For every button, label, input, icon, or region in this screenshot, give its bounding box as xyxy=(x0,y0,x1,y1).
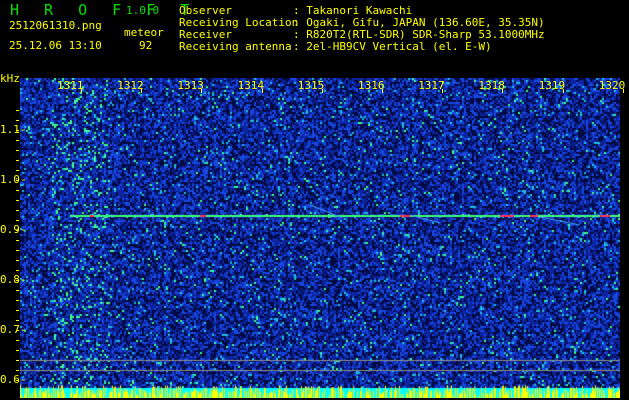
meteor-label: meteor xyxy=(124,26,164,39)
x-tick-label: 1313 xyxy=(177,79,204,92)
y-minor-tick xyxy=(16,290,19,291)
y-minor-tick xyxy=(16,150,19,151)
x-tick-mark xyxy=(502,89,504,93)
x-tick-label: 1311 xyxy=(57,79,84,92)
app-title: H R O F F T xyxy=(10,1,198,19)
x-tick-mark xyxy=(562,89,564,93)
y-tick-label: 0.9- xyxy=(0,223,27,236)
y-tick-label: 0.8- xyxy=(0,273,27,286)
y-minor-tick xyxy=(16,310,19,311)
x-tick-mark xyxy=(201,89,203,93)
y-tick-label: 1.0- xyxy=(0,173,27,186)
y-minor-tick xyxy=(16,130,19,131)
y-minor-tick xyxy=(16,360,19,361)
y-minor-tick xyxy=(16,200,19,201)
y-minor-tick xyxy=(16,270,19,271)
y-minor-tick xyxy=(16,350,19,351)
y-axis-label: kHz xyxy=(0,72,20,85)
y-minor-tick xyxy=(16,230,19,231)
y-minor-tick xyxy=(16,380,19,381)
spectrogram xyxy=(20,78,620,398)
info-label-antenna: Receiving antenna xyxy=(179,40,292,53)
x-tick-mark xyxy=(442,89,444,93)
x-tick-label: 1315 xyxy=(297,79,325,92)
y-minor-tick xyxy=(16,180,19,181)
x-tick-label: 1318 xyxy=(478,79,505,92)
meteor-count: 92 xyxy=(139,39,153,52)
y-minor-tick xyxy=(16,300,19,301)
y-minor-tick xyxy=(16,240,19,241)
y-minor-tick xyxy=(16,120,19,121)
x-tick-mark xyxy=(321,89,323,93)
x-tick-label: 1316 xyxy=(358,79,385,92)
x-tick-label: 1312 xyxy=(117,79,144,92)
x-tick-mark xyxy=(622,89,624,93)
y-minor-tick xyxy=(16,190,19,191)
x-tick-mark xyxy=(261,89,263,93)
info-value-antenna: : 2el-HB9CV Vertical (el. E-W) xyxy=(293,40,492,53)
y-minor-tick xyxy=(16,330,19,331)
app-version: 1.0.0 xyxy=(126,4,160,17)
y-minor-tick xyxy=(16,260,19,261)
x-tick-mark xyxy=(382,89,383,93)
x-tick-label: 1319 xyxy=(538,79,566,92)
y-minor-tick xyxy=(16,170,19,171)
y-minor-tick xyxy=(16,340,19,341)
y-minor-tick xyxy=(16,250,19,251)
x-tick-label: 1314 xyxy=(237,79,265,92)
x-tick-label: 1317 xyxy=(418,79,445,92)
y-minor-tick xyxy=(16,110,19,111)
y-minor-tick xyxy=(16,160,19,161)
x-tick-mark xyxy=(141,89,143,93)
file-datetime: 25.12.06 13:10 xyxy=(9,39,102,52)
y-minor-tick xyxy=(16,220,19,221)
y-minor-tick xyxy=(16,370,19,371)
hrofft-window: H R O F F T 1.0.0 2512061310.png 25.12.0… xyxy=(0,0,629,400)
y-minor-tick xyxy=(16,140,19,141)
y-minor-tick xyxy=(16,280,19,281)
y-minor-tick xyxy=(16,210,19,211)
y-tick-label: 1.1- xyxy=(0,123,27,136)
y-minor-tick xyxy=(16,320,19,321)
x-tick-label: 1320 xyxy=(598,79,626,92)
y-tick-label: 0.6- xyxy=(0,373,27,386)
y-tick-label: 0.7- xyxy=(0,323,27,336)
file-name: 2512061310.png xyxy=(9,19,102,32)
x-tick-mark xyxy=(81,89,82,93)
